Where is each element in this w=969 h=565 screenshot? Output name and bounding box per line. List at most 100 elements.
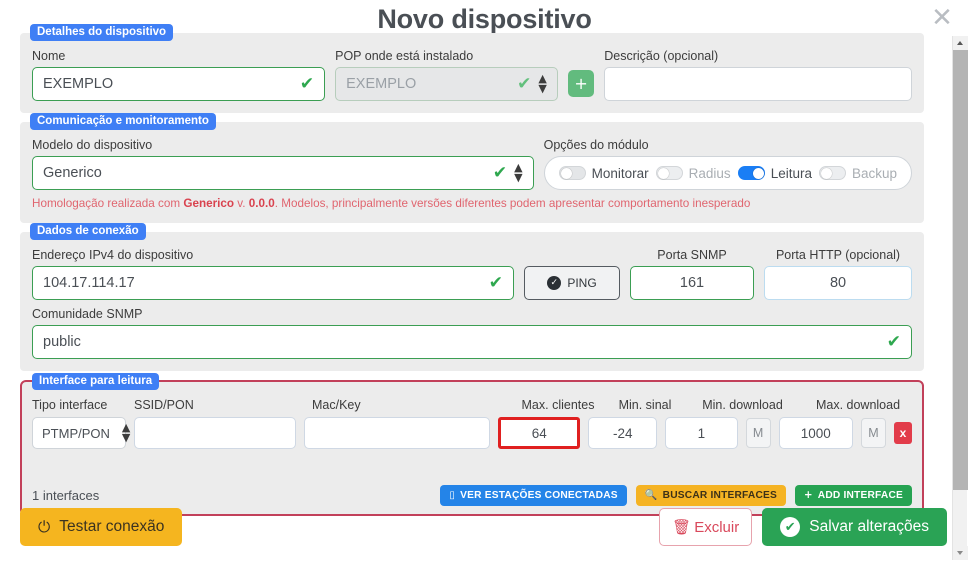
homologation-warning: Homologação realizada com Generico v. 0.… — [32, 196, 912, 211]
max-download-value: 1000 — [800, 425, 831, 441]
toggle-monitorar[interactable]: Monitorar — [558, 165, 649, 181]
warning-suffix: . Modelos, principalmente versões difere… — [274, 197, 751, 210]
monitor-icon: ▯ — [449, 490, 456, 501]
scroll-down-icon[interactable] — [953, 546, 968, 560]
snmp-community-value: public — [43, 334, 81, 350]
section-device-details: Detalhes do dispositivo Nome EXEMPLO ✔ P… — [20, 24, 924, 113]
ssid-pon-input[interactable] — [134, 417, 297, 449]
close-icon[interactable]: ✕ — [929, 5, 955, 32]
view-stations-button[interactable]: ▯ VER ESTAÇÕES CONECTADAS — [440, 485, 627, 506]
max-download-unit[interactable]: M — [861, 418, 886, 448]
add-pop-button[interactable]: + — [567, 70, 595, 97]
delete-button[interactable]: 🗑 Excluir — [659, 508, 753, 546]
section-interface: Interface para leitura Tipo interface SS… — [20, 373, 924, 516]
test-connection-label: Testar conexão — [59, 518, 165, 535]
column-mac-key: Mac/Key — [312, 398, 361, 412]
new-device-modal: Novo dispositivo ✕ Detalhes do dispositi… — [0, 0, 969, 565]
tipo-interface-value: PTMP/PON — [42, 425, 110, 441]
vertical-scrollbar[interactable] — [952, 36, 968, 560]
min-download-input[interactable]: 1 — [665, 417, 738, 449]
toggle-leitura[interactable]: Leitura — [737, 165, 812, 181]
min-download-unit[interactable]: M — [745, 418, 771, 448]
interface-table-header: Tipo interface SSID/PON Mac/Key Max. cli… — [32, 398, 912, 416]
warning-prefix: Homologação realizada com — [32, 197, 184, 210]
ipv4-input[interactable]: 104.17.114.17 ✔ — [32, 266, 514, 300]
search-interfaces-button[interactable]: 🔍 BUSCAR INTERFACES — [635, 485, 787, 506]
section-legend-interface: Interface para leitura — [32, 373, 160, 390]
toggle-switch[interactable] — [558, 166, 586, 180]
mac-key-input[interactable] — [304, 417, 491, 449]
min-sinal-input[interactable]: -24 — [588, 417, 658, 449]
toggle-label: Monitorar — [591, 165, 649, 181]
check-icon: ✔ — [886, 332, 901, 352]
tipo-interface-select[interactable]: PTMP/PON ▲ ▼ — [32, 417, 130, 449]
toggle-switch[interactable] — [818, 166, 846, 180]
table-row: PTMP/PON ▲ ▼ 64 -24 1 M 1000 M x — [32, 417, 912, 449]
label-module-options: Opções do módulo — [543, 138, 649, 152]
label-description: Descrição (opcional) — [604, 49, 719, 63]
name-input-value: EXEMPLO — [43, 76, 114, 92]
max-clientes-input[interactable]: 64 — [498, 417, 581, 449]
chevron-updown-icon: ▲ ▼ — [538, 72, 547, 95]
max-download-input[interactable]: 1000 — [778, 417, 854, 449]
test-connection-button[interactable]: ⏻ Testar conexão — [20, 508, 183, 546]
check-circle-icon: ✔ — [780, 517, 801, 537]
label-name: Nome — [32, 49, 66, 63]
ping-button[interactable]: ✓ PING — [523, 266, 620, 300]
section-legend-device-details: Detalhes do dispositivo — [30, 24, 174, 41]
save-label: Salvar alterações — [809, 518, 929, 535]
delete-interface-button[interactable]: x — [893, 422, 912, 444]
snmp-port-value: 161 — [679, 275, 705, 291]
add-interface-button[interactable]: + ADD INTERFACE — [795, 485, 912, 506]
column-ssid-pon: SSID/PON — [134, 398, 194, 412]
snmp-community-input[interactable]: public ✔ — [32, 325, 912, 359]
toggle-switch[interactable] — [737, 166, 765, 180]
interface-actions: ▯ VER ESTAÇÕES CONECTADAS 🔍 BUSCAR INTER… — [440, 485, 912, 506]
name-input[interactable]: EXEMPLO ✔ — [32, 67, 326, 101]
section-legend-connection: Dados de conexão — [30, 223, 146, 240]
form-content: Detalhes do dispositivo Nome EXEMPLO ✔ P… — [0, 24, 942, 525]
label-snmp-port: Porta SNMP — [657, 248, 727, 262]
save-button[interactable]: ✔ Salvar alterações — [762, 508, 947, 546]
column-tipo-interface: Tipo interface — [32, 398, 108, 412]
search-icon: 🔍 — [644, 490, 658, 501]
delete-label: Excluir — [694, 518, 740, 536]
snmp-port-input[interactable]: 161 — [629, 266, 755, 300]
column-max-clientes: Max. clientes — [521, 398, 595, 412]
toggle-label: Backup — [851, 165, 897, 181]
column-max-download: Max. download — [815, 398, 901, 412]
toggle-backup[interactable]: Backup — [818, 165, 897, 181]
warning-mid: v. — [234, 197, 249, 210]
scroll-up-icon[interactable] — [953, 36, 968, 50]
search-interfaces-label: BUSCAR INTERFACES — [662, 490, 778, 501]
column-min-sinal: Min. sinal — [618, 398, 672, 412]
http-port-input[interactable]: 80 — [764, 266, 912, 300]
min-sinal-value: -24 — [613, 425, 633, 441]
check-icon: ✔ — [488, 273, 503, 293]
pop-select[interactable]: EXEMPLO ✔ ▲ ▼ — [335, 67, 558, 101]
http-port-value: 80 — [829, 275, 847, 291]
chevron-updown-icon: ▲ ▼ — [514, 161, 523, 184]
model-select[interactable]: Generico ✔ ▲ ▼ — [32, 156, 534, 190]
toggle-radius[interactable]: Radius — [655, 166, 731, 181]
section-connection: Dados de conexão Endereço IPv4 do dispos… — [20, 223, 924, 371]
check-icon: ✔ — [299, 74, 315, 94]
description-input[interactable] — [604, 67, 913, 101]
section-legend-communication: Comunicação e monitoramento — [30, 113, 216, 130]
toggle-switch[interactable] — [655, 166, 683, 180]
interface-count: 1 interfaces — [32, 488, 100, 503]
ping-button-label: PING — [567, 276, 597, 290]
check-icon: ✔ — [517, 74, 532, 94]
toggle-label: Leitura — [770, 165, 812, 181]
ping-check-icon: ✓ — [547, 276, 562, 290]
interface-footer: 1 interfaces ▯ VER ESTAÇÕES CONECTADAS 🔍… — [32, 485, 912, 506]
max-clientes-value: 64 — [531, 425, 547, 441]
modal-footer: ⏻ Testar conexão 🗑 Excluir ✔ Salvar alte… — [20, 508, 947, 546]
plug-icon: ⏻ — [38, 517, 51, 536]
module-options-group: Monitorar Radius Leitura Backup — [543, 156, 912, 190]
view-stations-label: VER ESTAÇÕES CONECTADAS — [460, 490, 618, 501]
label-model: Modelo do dispositivo — [32, 138, 153, 152]
add-interface-label: ADD INTERFACE — [817, 490, 903, 501]
section-communication: Comunicação e monitoramento Modelo do di… — [20, 113, 924, 223]
scrollbar-thumb[interactable] — [953, 50, 968, 490]
